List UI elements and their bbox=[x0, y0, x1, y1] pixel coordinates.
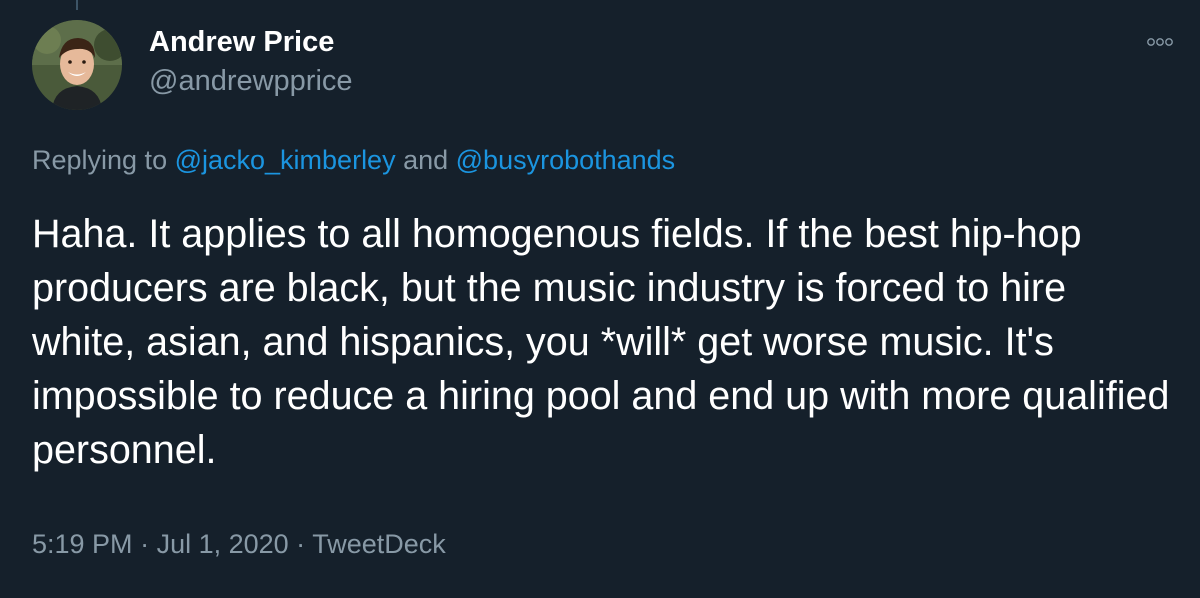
author-name[interactable]: Andrew Price bbox=[149, 26, 334, 59]
tweet-metadata: 5:19 PM · Jul 1, 2020 · TweetDeck bbox=[32, 529, 446, 560]
replying-to-label: Replying to bbox=[32, 145, 175, 175]
avatar[interactable] bbox=[32, 20, 122, 110]
more-horizontal-icon bbox=[1147, 38, 1173, 46]
meta-separator: · bbox=[132, 529, 157, 559]
mention-link-busyrobothands[interactable]: @busyrobothands bbox=[456, 145, 676, 175]
more-options-button[interactable] bbox=[1140, 32, 1180, 52]
replying-to-conjunction: and bbox=[395, 145, 456, 175]
thread-connector-line bbox=[76, 0, 78, 10]
tweet-source[interactable]: TweetDeck bbox=[312, 529, 446, 559]
tweet-date[interactable]: Jul 1, 2020 bbox=[157, 529, 289, 559]
tweet-time[interactable]: 5:19 PM bbox=[32, 529, 133, 559]
meta-separator: · bbox=[288, 529, 313, 559]
tweet-text: Haha. It applies to all homogenous field… bbox=[32, 212, 1170, 472]
avatar-image bbox=[32, 20, 122, 110]
author-handle[interactable]: @andrewpprice bbox=[149, 65, 353, 98]
replying-to: Replying to @jacko_kimberley and @busyro… bbox=[32, 145, 675, 176]
mention-link-jacko-kimberley[interactable]: @jacko_kimberley bbox=[175, 145, 396, 175]
